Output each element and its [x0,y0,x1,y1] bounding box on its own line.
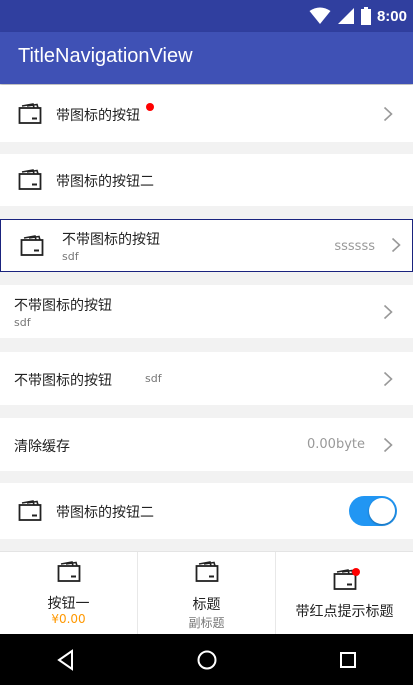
bottom-tab-bar: 按钮一 ¥0.00 标题 副标题 带红点提示标题 [0,551,413,634]
wallet-icon [18,103,42,125]
list-item-icon-button[interactable]: 带图标的按钮 [0,85,413,142]
list-item-label: 不带图标的按钮 [14,373,112,389]
wallet-icon [20,235,44,257]
list-item-label: 带图标的按钮 [56,108,140,124]
red-dot-badge [146,103,154,111]
list-item-label: 带图标的按钮二 [56,174,154,190]
chevron-right-icon [383,437,393,453]
tab-label: 按钮一 [47,596,90,612]
wallet-icon [18,500,42,522]
list-item-selected[interactable]: 不带图标的按钮 sdf ssssss [0,219,413,272]
status-bar: 8:00 [0,0,413,32]
wallet-icon [57,561,81,583]
status-time: 8:00 [376,7,407,25]
list-item-label: 不带图标的按钮 [62,232,160,248]
list-item-no-icon-inline[interactable]: 不带图标的按钮 sdf [0,352,413,405]
recents-icon[interactable] [335,647,361,673]
tab-button-one[interactable]: 按钮一 ¥0.00 [0,552,138,634]
page-title: TitleNavigationView [18,45,193,67]
chevron-right-icon [383,371,393,387]
list-item-label: 清除缓存 [14,439,70,455]
list-item-label: 不带图标的按钮 [14,298,112,314]
signal-icon [337,8,354,24]
list-item-icon-button-two[interactable]: 带图标的按钮二 [0,154,413,206]
list-item-toggle: 带图标的按钮二 [0,483,413,539]
cache-size-value: 0.00byte [307,437,365,452]
list-item-sublabel: sdf [62,250,79,263]
toggle-knob [369,498,395,524]
list-item-sublabel: sdf [145,372,162,385]
tab-price: ¥0.00 [51,612,86,626]
list-item-value: ssssss [334,239,375,254]
chevron-right-icon [383,106,393,122]
system-nav-bar [0,634,413,685]
list-item-no-icon[interactable]: 不带图标的按钮 sdf [0,285,413,338]
red-dot-badge [352,568,360,576]
tab-label: 标题 [192,597,221,613]
list-item-sublabel: sdf [14,316,31,329]
tab-title[interactable]: 标题 副标题 [138,552,276,634]
list-item-clear-cache[interactable]: 清除缓存 0.00byte [0,418,413,471]
app-bar: TitleNavigationView [0,32,413,84]
tab-red-dot[interactable]: 带红点提示标题 [276,552,413,634]
tab-subtitle: 副标题 [188,616,225,630]
back-icon[interactable] [53,647,79,673]
chevron-right-icon [383,304,393,320]
wallet-icon [195,561,219,583]
wifi-icon [309,7,331,24]
tab-label: 带红点提示标题 [295,604,394,620]
wallet-icon [18,169,42,191]
list-item-label: 带图标的按钮二 [56,505,154,521]
battery-icon [360,7,371,25]
chevron-right-icon [391,237,401,253]
home-icon[interactable] [194,647,220,673]
toggle-switch[interactable] [349,496,397,526]
